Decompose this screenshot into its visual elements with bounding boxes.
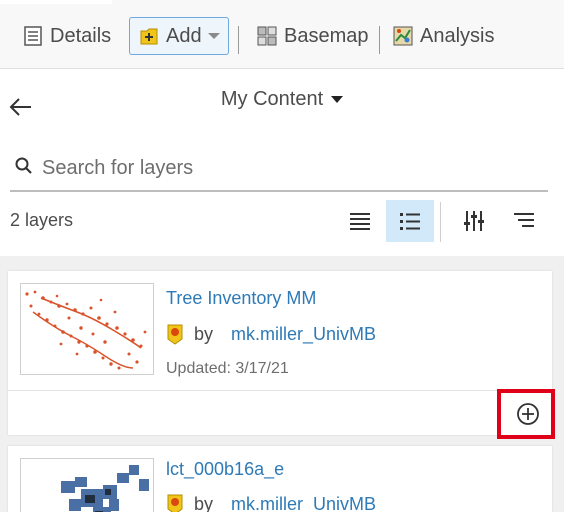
owner-row: by mk.miller_UnivMB [166,493,376,512]
by-label: by [194,323,214,344]
list-item: Tree Inventory MM by mk.miller_UnivMB Up… [8,271,552,435]
toolbar-divider [238,26,239,54]
bullet-list-icon [400,213,420,230]
analysis-button[interactable]: Analysis [392,17,494,55]
owner-link[interactable]: mk.miller_UnivMB [231,494,376,512]
chevron-down-icon [207,33,220,39]
content-source-label: My Content [220,88,324,110]
owner-link[interactable]: mk.miller_UnivMB [231,324,376,345]
map-toolbar: Details Add Basemap Analysis [0,0,564,69]
owner-row: by mk.miller_UnivMB [166,323,376,345]
toolbar-accent [0,0,112,4]
chevron-down-icon [331,96,344,104]
by-label: by [194,493,214,512]
add-icon [138,25,160,47]
analysis-map-icon [392,25,414,47]
view-divider [440,202,441,242]
basemap-label: Basemap [284,24,369,47]
add-label: Add [166,24,202,47]
sliders-icon [464,211,484,231]
list-view-icon [350,213,370,230]
toolbar-divider [379,26,380,54]
updated-date: Updated: 3/17/21 [166,360,289,377]
layer-title-link[interactable]: Tree Inventory MM [166,288,316,309]
basemap-button[interactable]: Basemap [256,17,369,55]
add-button[interactable]: Add [129,17,229,55]
content-panel-header: My Content [0,69,564,141]
detailed-list-view-button[interactable] [386,200,434,242]
details-button[interactable]: Details [22,17,111,55]
sort-button[interactable] [500,200,548,242]
compact-list-view-button[interactable] [336,200,384,242]
layer-thumbnail [20,458,154,512]
filter-button[interactable] [450,200,498,242]
layer-count: 2 layers [10,210,74,230]
details-icon [22,25,44,47]
analysis-label: Analysis [420,24,495,47]
search-box [10,148,548,192]
organization-badge-icon [167,494,183,512]
search-input[interactable] [40,152,544,184]
layer-thumbnail [20,283,154,375]
layer-title-link[interactable]: lct_000b16a_e [166,459,284,480]
details-label: Details [50,24,112,47]
organization-badge-icon [167,324,183,345]
search-icon [14,156,34,176]
content-source-dropdown[interactable]: My Content [0,88,564,111]
basemap-grid-icon [256,25,278,47]
results-toolbar: 2 layers [0,196,564,248]
card-divider [8,390,552,391]
sort-icon [514,213,534,227]
highlight-box [497,389,555,439]
list-item: lct_000b16a_e by mk.miller_UnivMB [8,446,552,512]
